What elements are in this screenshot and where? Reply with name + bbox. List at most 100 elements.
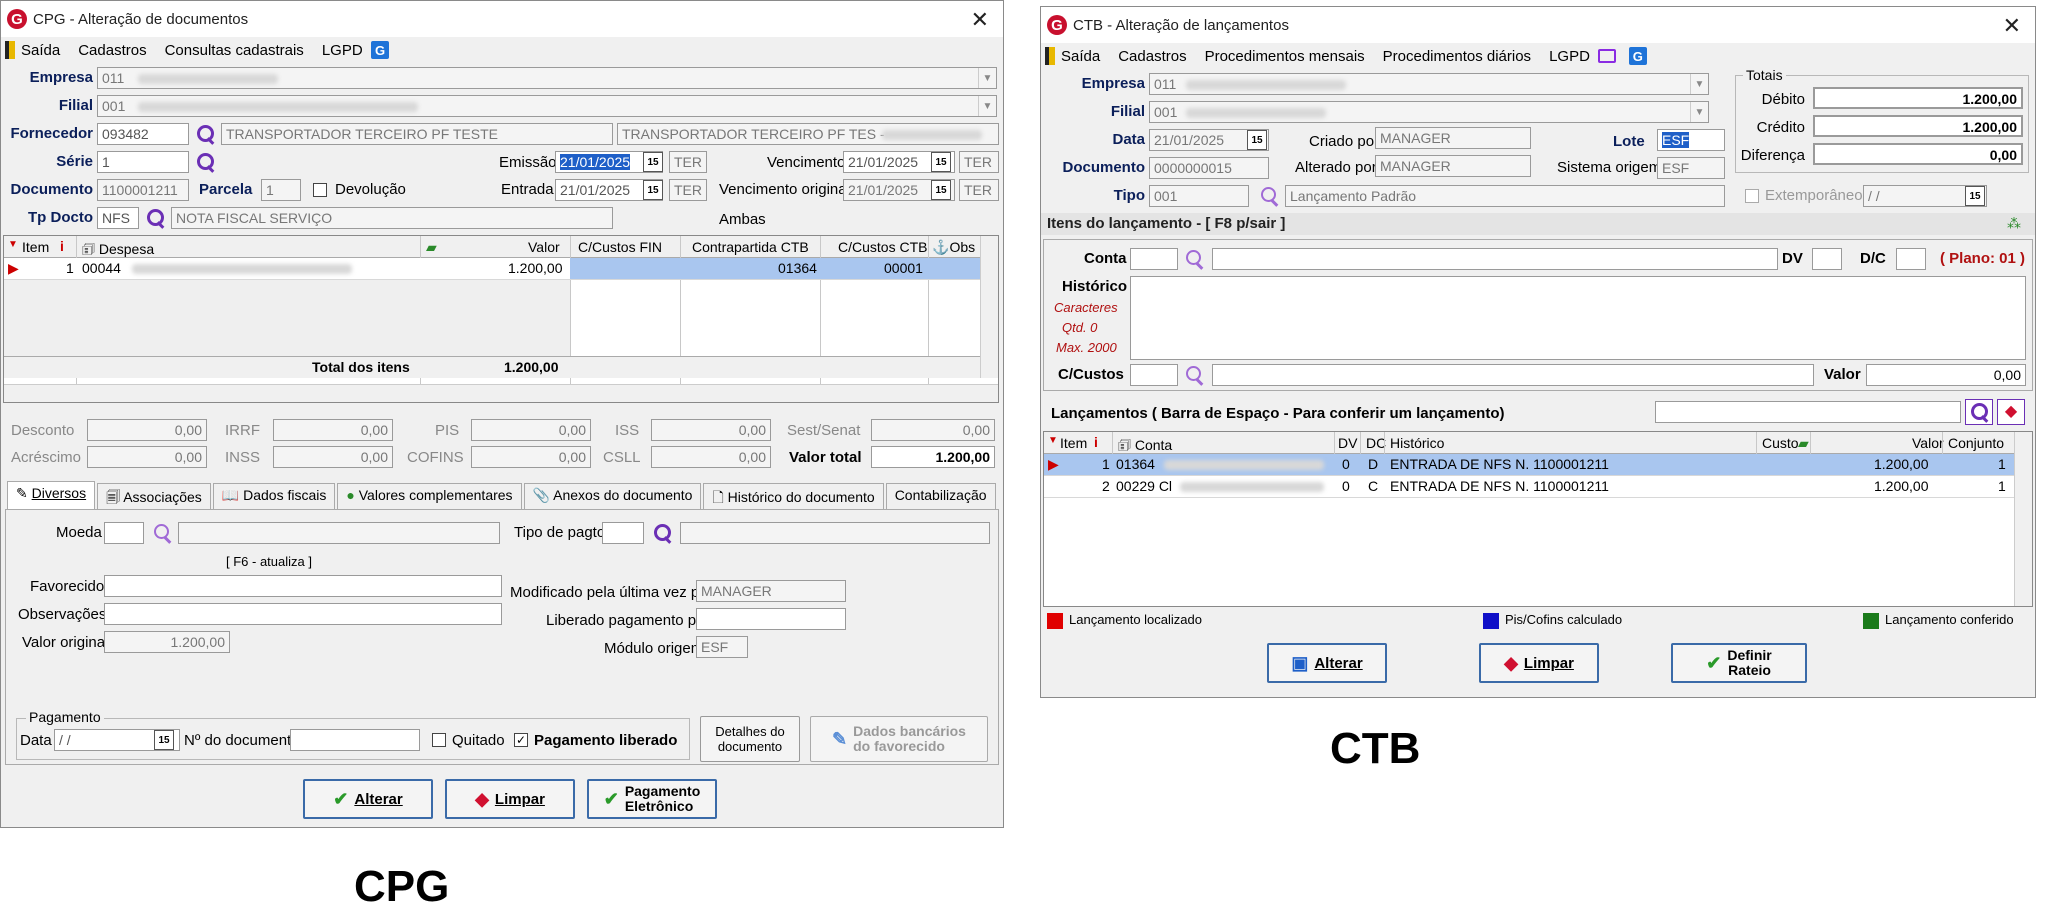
- quitado-checkbox[interactable]: [432, 733, 446, 747]
- ctb-tipo-field[interactable]: 001: [1149, 185, 1249, 207]
- col-item[interactable]: Item: [1056, 433, 1091, 453]
- col-contrapartida[interactable]: Contrapartida CTB: [688, 237, 813, 257]
- cpg-alterar-button[interactable]: ✔ Alterar: [303, 779, 433, 819]
- cpg-items-grid[interactable]: ▼ Item i 🗊 Despesa ▰ Valor C/Custos FIN …: [3, 235, 999, 403]
- cpg-fornecedor-field[interactable]: 093482: [97, 123, 189, 145]
- dc-field[interactable]: [1896, 248, 1926, 270]
- favorecido-field[interactable]: [104, 575, 502, 597]
- col-obs[interactable]: ⚓Obs: [928, 237, 979, 258]
- ctb-menu-cadastros[interactable]: Cadastros: [1118, 48, 1186, 65]
- cpg-serie-field[interactable]: 1: [97, 151, 189, 173]
- cpg-pagamento-eletronico-button[interactable]: ✔ Pagamento Eletrônico: [587, 779, 717, 819]
- tab-dados-fiscais[interactable]: 📖 Dados fiscais: [212, 483, 336, 509]
- g-app-icon[interactable]: G: [371, 41, 390, 59]
- ctb-menu-proc-diarios[interactable]: Procedimentos diários: [1383, 48, 1531, 65]
- calendar-icon[interactable]: 15: [643, 152, 663, 172]
- search-icon[interactable]: [1259, 186, 1279, 206]
- extemporaneo-checkbox[interactable]: [1745, 189, 1759, 203]
- cpg-limpar-button[interactable]: ◆ Limpar: [445, 779, 575, 819]
- search-icon[interactable]: [1184, 249, 1204, 269]
- search-icon[interactable]: [145, 208, 165, 228]
- tab-contabilizacao[interactable]: Contabilização: [885, 483, 996, 509]
- cpg-empresa-field[interactable]: 011 ▼: [97, 67, 997, 89]
- cpg-menu-consultas[interactable]: Consultas cadastrais: [165, 42, 304, 59]
- search-icon[interactable]: [195, 152, 215, 172]
- historico-field[interactable]: [1130, 276, 2026, 360]
- calendar-icon[interactable]: 15: [931, 180, 951, 200]
- moeda-field[interactable]: [104, 522, 144, 544]
- table-row[interactable]: 2 00229 Cl 0 C ENTRADA DE NFS N. 1100001…: [1044, 476, 2014, 498]
- ctb-close-icon[interactable]: ✕: [2003, 13, 2021, 39]
- tab-anexos[interactable]: 📎 Anexos do documento: [523, 483, 702, 509]
- ctb-menu-proc-mensais[interactable]: Procedimentos mensais: [1205, 48, 1365, 65]
- search-icon[interactable]: [1184, 365, 1204, 385]
- lancamentos-search-button[interactable]: [1965, 399, 1993, 425]
- col-historico[interactable]: Histórico: [1386, 433, 1448, 453]
- expand-icon[interactable]: ⁂: [2007, 215, 2021, 232]
- lancamentos-search-field[interactable]: [1655, 401, 1961, 423]
- tipo-pagto-field[interactable]: [602, 522, 644, 544]
- col-valor[interactable]: Valor: [524, 237, 564, 257]
- chevron-down-icon[interactable]: ▼: [1690, 74, 1708, 94]
- chevron-down-icon[interactable]: ▼: [1690, 102, 1708, 122]
- pag-liberado-checkbox[interactable]: ✓: [514, 733, 528, 747]
- col-ccctb[interactable]: C/Custos CTB: [834, 237, 931, 257]
- col-dv[interactable]: DV: [1334, 433, 1361, 453]
- redacted-text: [1164, 460, 1324, 470]
- legend-label-piscofins: Pis/Cofins calculado: [1505, 612, 1623, 627]
- dados-bancarios-button[interactable]: ✎ Dados bancários do favorecido: [810, 716, 988, 762]
- tab-historico[interactable]: 🗋 Histórico do documento: [703, 483, 884, 509]
- monitor-icon[interactable]: [1598, 49, 1617, 63]
- col-ccfin[interactable]: C/Custos FIN: [574, 237, 666, 257]
- g-app-icon[interactable]: G: [1628, 47, 1647, 65]
- ctb-filial-field[interactable]: 001 ▼: [1149, 101, 1709, 123]
- tab-valores-complementares[interactable]: ● Valores complementares: [337, 483, 522, 509]
- cpg-menu-lgpd[interactable]: LGPD G: [322, 41, 390, 59]
- calendar-icon[interactable]: 15: [643, 180, 663, 200]
- chevron-down-icon[interactable]: ▼: [978, 68, 996, 88]
- conta-field[interactable]: [1130, 248, 1178, 270]
- grid-vertical-scrollbar[interactable]: [980, 236, 998, 378]
- ctb-empresa-field[interactable]: 011 ▼: [1149, 73, 1709, 95]
- cpg-documento-field[interactable]: 1100001211: [97, 179, 189, 201]
- cpg-menu-saida[interactable]: Saída: [5, 41, 60, 59]
- cpg-tpdocto-field[interactable]: NFS: [97, 207, 139, 229]
- table-row[interactable]: ▶ 1 00044 1.200,00 01364 00001: [4, 258, 980, 280]
- lancamentos-grid[interactable]: ▼ Item i 🗊 Conta DV DC Histórico Custo ▰…: [1043, 431, 2033, 607]
- cpg-parcela-field[interactable]: 1: [261, 179, 301, 201]
- search-icon[interactable]: [652, 523, 672, 543]
- ctb-limpar-button[interactable]: ◆ Limpar: [1479, 643, 1599, 683]
- tab-associacoes[interactable]: 🗐 Associações: [97, 483, 211, 509]
- col-conjunto[interactable]: Conjunto: [1944, 433, 2008, 453]
- f6-atualiza-label: [ F6 - atualiza ]: [226, 554, 312, 569]
- ctb-alterar-button[interactable]: ▣ Alterar: [1267, 643, 1387, 683]
- ctb-menu-lgpd[interactable]: LGPD G: [1549, 47, 1647, 65]
- col-item[interactable]: Item: [18, 237, 53, 257]
- calendar-icon[interactable]: 15: [1247, 130, 1267, 150]
- eraser-button[interactable]: ◆: [1997, 399, 2025, 425]
- chevron-down-icon[interactable]: ▼: [978, 96, 996, 116]
- table-row[interactable]: ▶ 1 01364 0 D ENTRADA DE NFS N. 11000012…: [1044, 454, 2014, 476]
- ndoc-field[interactable]: [290, 729, 420, 751]
- ctb-lote-field[interactable]: ESF: [1657, 129, 1725, 151]
- calendar-icon[interactable]: 15: [154, 730, 174, 750]
- calendar-icon[interactable]: 15: [1965, 186, 1985, 206]
- ccustos-field[interactable]: [1130, 364, 1178, 386]
- ctb-menu-saida[interactable]: Saída: [1045, 47, 1100, 65]
- valor-field[interactable]: 0,00: [1866, 364, 2026, 386]
- cpg-menu-cadastros[interactable]: Cadastros: [78, 42, 146, 59]
- search-icon[interactable]: [152, 523, 172, 543]
- detalhes-documento-button[interactable]: Detalhes do documento: [700, 716, 800, 762]
- grid-vertical-scrollbar[interactable]: [2014, 432, 2032, 606]
- ctb-definir-rateio-button[interactable]: ✔ Definir Rateio: [1671, 643, 1807, 683]
- calendar-icon[interactable]: 15: [931, 152, 951, 172]
- cpg-devolucao-checkbox[interactable]: [313, 183, 327, 197]
- observacoes-field[interactable]: [104, 603, 502, 625]
- ctb-documento-field[interactable]: 0000000015: [1149, 157, 1269, 179]
- dv-field[interactable]: [1812, 248, 1842, 270]
- cpg-close-icon[interactable]: ✕: [971, 7, 989, 33]
- tab-diversos[interactable]: ✎ Diversos: [7, 481, 96, 509]
- search-icon[interactable]: [195, 124, 215, 144]
- grid-horizontal-scrollbar[interactable]: [4, 384, 998, 402]
- cpg-filial-field[interactable]: 001 ▼: [97, 95, 997, 117]
